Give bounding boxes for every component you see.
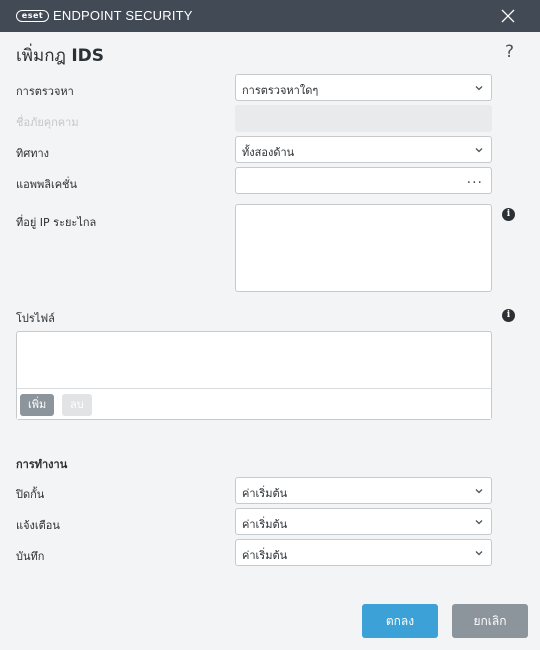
log-select[interactable]: ค่าเริ่มต้น — [235, 539, 492, 566]
application-field[interactable]: ... — [235, 167, 492, 194]
dialog-title-prefix: เพิ่มกฎ — [16, 46, 66, 66]
log-value: ค่าเริ่มต้น — [242, 549, 288, 562]
threat-name-field — [235, 105, 492, 132]
chevron-down-icon — [475, 86, 483, 91]
close-icon[interactable] — [500, 8, 516, 24]
block-select[interactable]: ค่าเริ่มต้น — [235, 477, 492, 504]
ok-button[interactable]: ตกลง — [362, 604, 438, 638]
help-icon[interactable]: ? — [505, 42, 514, 62]
profile-info-icon[interactable]: i — [502, 309, 515, 322]
remote-ip-textarea[interactable] — [235, 204, 492, 292]
block-label: ปิดกั้น — [16, 488, 45, 501]
delete-profile-button[interactable]: ลบ — [62, 394, 92, 416]
info-icon[interactable]: i — [502, 208, 515, 221]
threat-name-label: ชื่อภัยคุกคาม — [16, 116, 79, 129]
notify-select[interactable]: ค่าเริ่มต้น — [235, 508, 492, 535]
title-bar: eset ENDPOINT SECURITY — [0, 0, 540, 32]
detection-value: การตรวจหาใดๆ — [242, 84, 319, 97]
log-label: บันทึก — [16, 550, 45, 563]
detection-select[interactable]: การตรวจหาใดๆ — [235, 74, 492, 101]
chevron-down-icon — [475, 520, 483, 525]
direction-select[interactable]: ทั้งสองด้าน — [235, 136, 492, 163]
eset-logo-text: eset — [21, 11, 44, 20]
profile-label: โปรไฟล์ — [16, 312, 55, 325]
eset-logo: eset — [16, 10, 49, 22]
actions-section-title: การทำงาน — [16, 458, 68, 471]
chevron-down-icon — [475, 489, 483, 494]
chevron-down-icon — [475, 148, 483, 153]
detection-label: การตรวจหา — [16, 85, 74, 98]
notify-label: แจ้งเตือน — [16, 519, 60, 532]
dialog-title: เพิ่มกฎ IDS — [16, 42, 104, 69]
profile-list[interactable]: เพิ่ม ลบ — [16, 331, 492, 420]
direction-value: ทั้งสองด้าน — [242, 146, 295, 159]
browse-button[interactable]: ... — [467, 171, 483, 187]
app-title: ENDPOINT SECURITY — [53, 8, 193, 23]
chevron-down-icon — [475, 551, 483, 556]
block-value: ค่าเริ่มต้น — [242, 487, 288, 500]
application-label: แอพพลิเคชั่น — [16, 178, 78, 191]
notify-value: ค่าเริ่มต้น — [242, 518, 288, 531]
direction-label: ทิศทาง — [16, 147, 50, 160]
cancel-button[interactable]: ยกเลิก — [452, 604, 528, 638]
dialog-title-ids: IDS — [71, 46, 105, 66]
profile-toolbar: เพิ่ม ลบ — [17, 388, 491, 419]
add-profile-button[interactable]: เพิ่ม — [20, 394, 55, 416]
remote-ip-label: ที่อยู่ IP ระยะไกล — [16, 216, 97, 229]
